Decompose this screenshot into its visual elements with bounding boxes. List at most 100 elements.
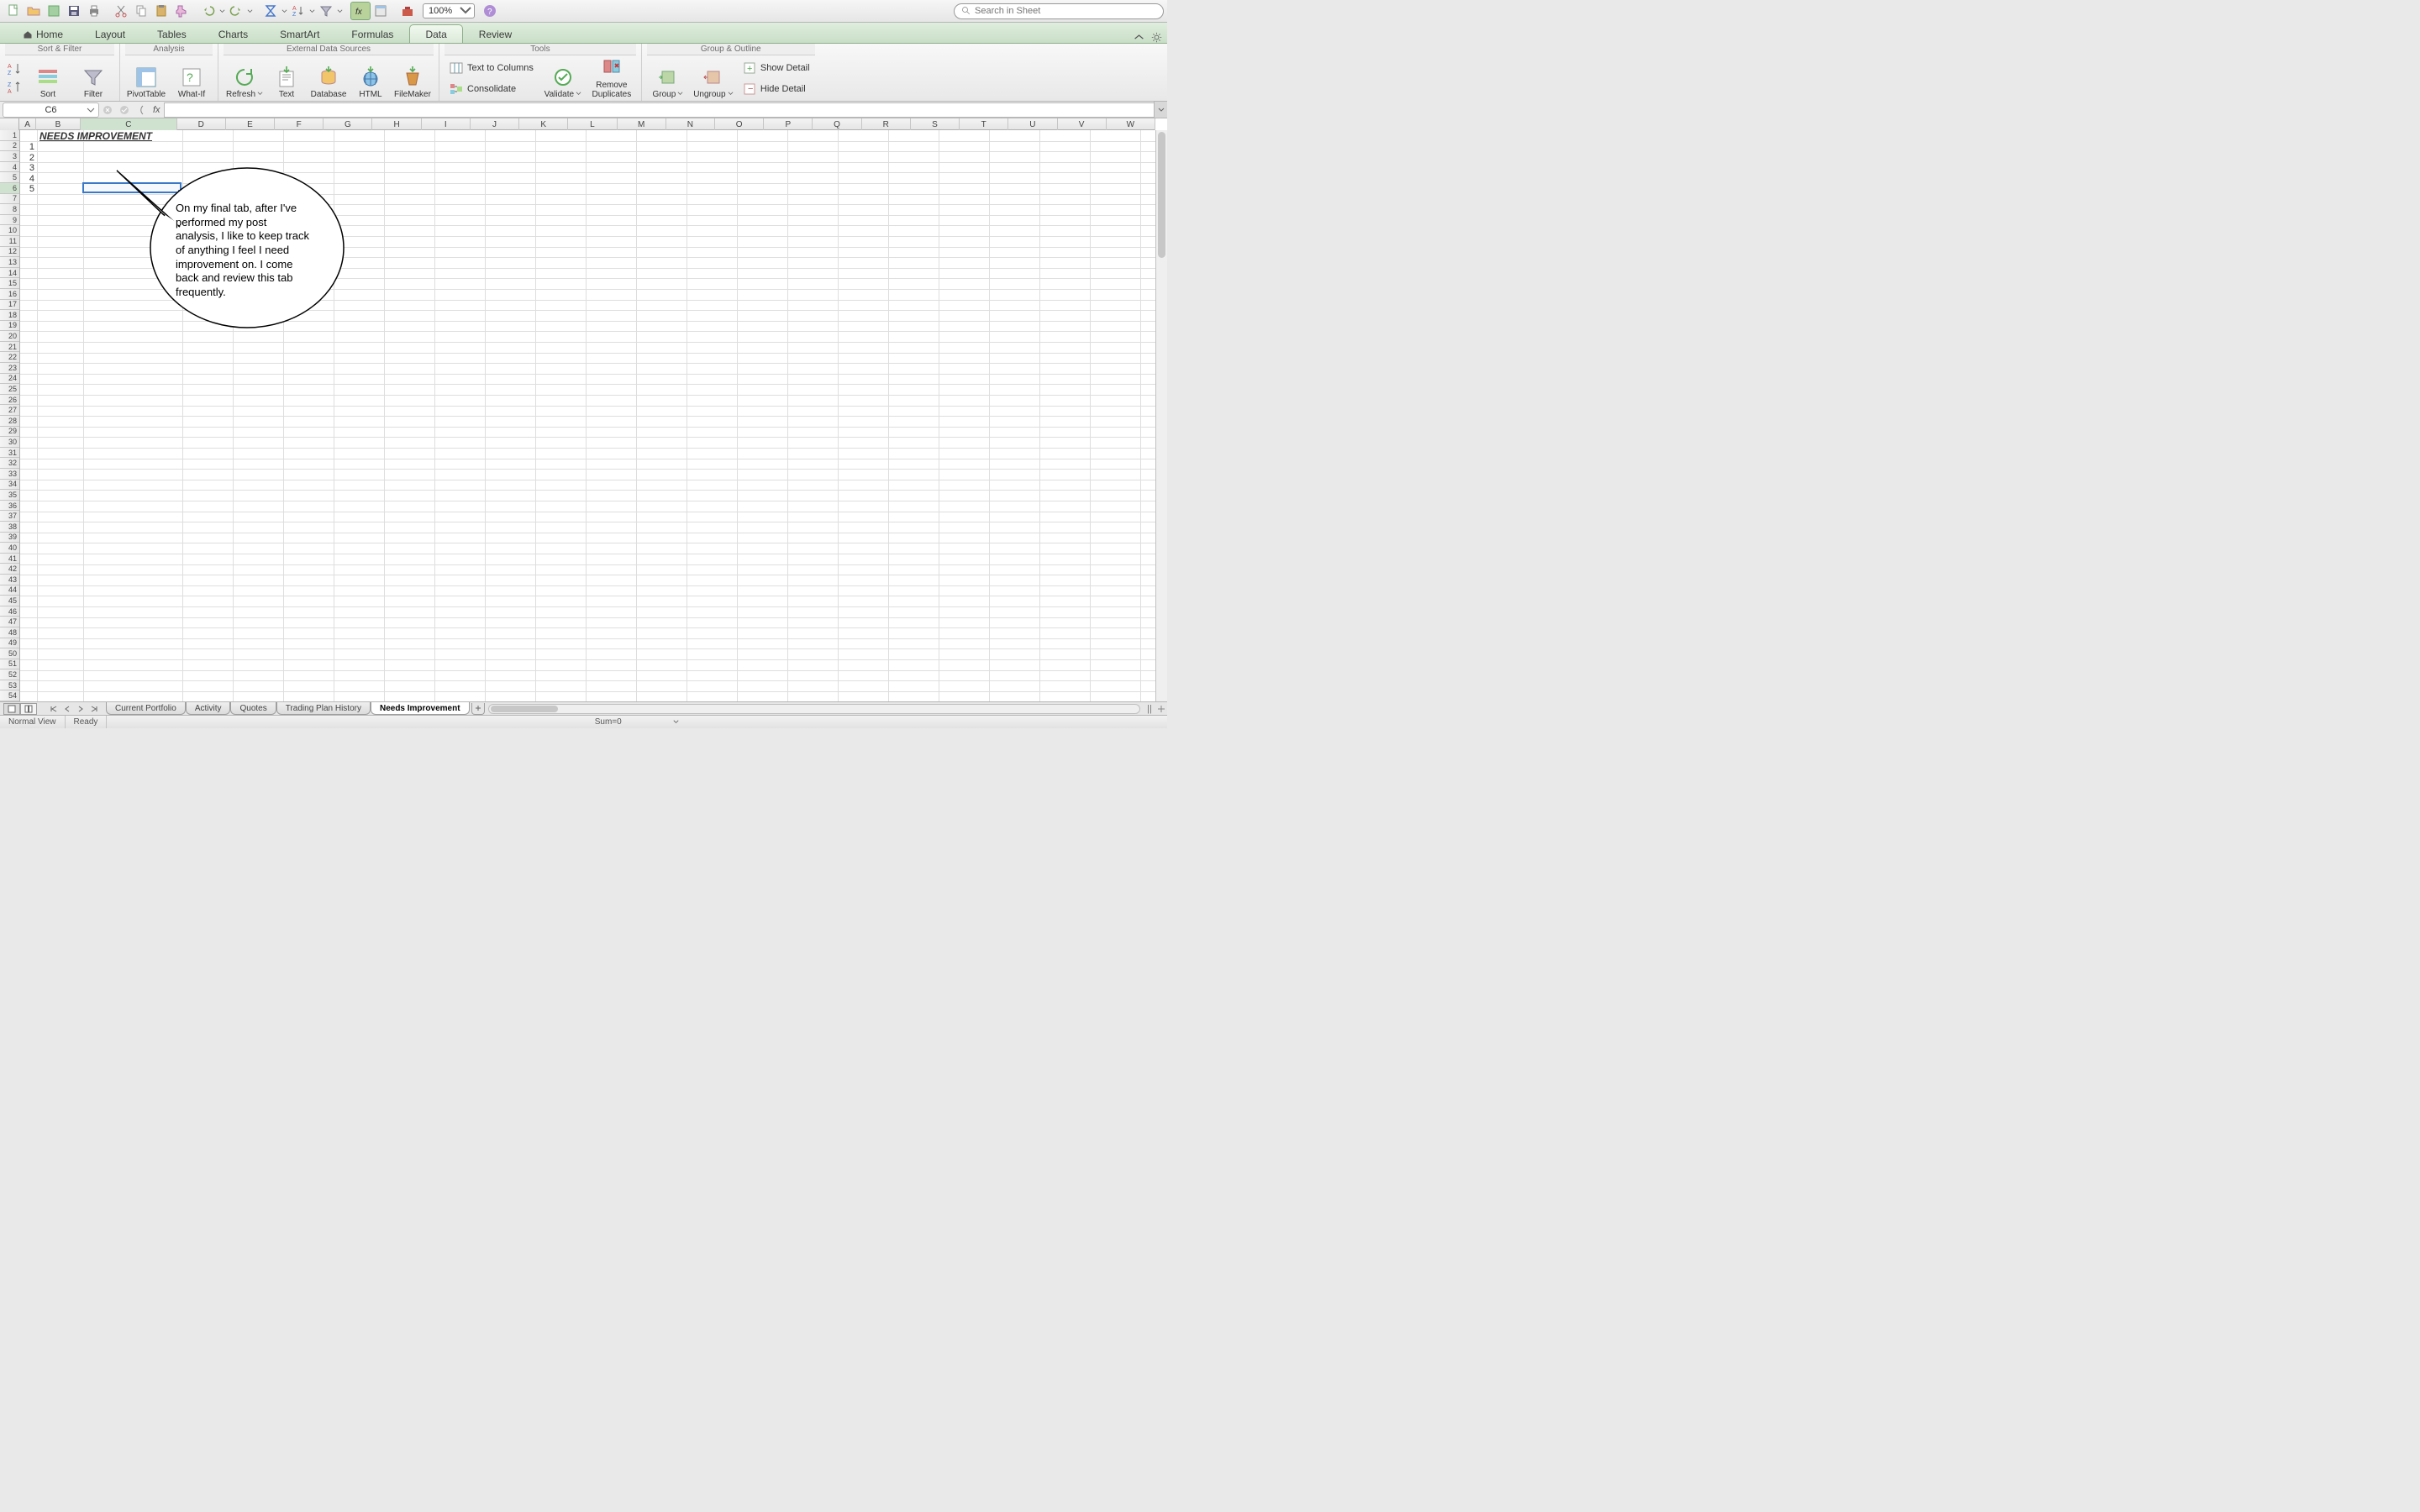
row-header-22[interactable]: 22 (0, 352, 19, 363)
redo-icon[interactable] (226, 2, 246, 20)
sheet-tab-quotes[interactable]: Quotes (230, 702, 276, 715)
show-detail-button[interactable]: + Show Detail (738, 57, 815, 78)
new-file-icon[interactable] (3, 2, 24, 20)
row-header-12[interactable]: 12 (0, 247, 19, 258)
fill-handle[interactable] (178, 190, 182, 194)
row-header-35[interactable]: 35 (0, 490, 19, 501)
tab-tables[interactable]: Tables (141, 24, 203, 43)
row-header-13[interactable]: 13 (0, 257, 19, 268)
column-header-L[interactable]: L (568, 118, 617, 130)
row-header-50[interactable]: 50 (0, 648, 19, 659)
row-header-17[interactable]: 17 (0, 300, 19, 311)
row-header-51[interactable]: 51 (0, 659, 19, 670)
row-header-30[interactable]: 30 (0, 437, 19, 448)
sort-button[interactable]: Sort (27, 56, 69, 100)
cancel-entry-icon[interactable] (99, 104, 116, 116)
row-header-2[interactable]: 2 (0, 141, 19, 152)
column-header-I[interactable]: I (422, 118, 471, 130)
zoom-level[interactable]: 100% (423, 3, 475, 18)
row-header-32[interactable]: 32 (0, 458, 19, 469)
row-header-19[interactable]: 19 (0, 321, 19, 332)
tab-formulas[interactable]: Formulas (335, 24, 409, 43)
tab-layout[interactable]: Layout (79, 24, 141, 43)
row-header-46[interactable]: 46 (0, 606, 19, 617)
row-header-34[interactable]: 34 (0, 480, 19, 491)
normal-view-icon[interactable] (3, 703, 20, 715)
tab-charts[interactable]: Charts (203, 24, 264, 43)
row-header-27[interactable]: 27 (0, 405, 19, 416)
cell-a4[interactable]: 3 (20, 163, 37, 173)
row-header-43[interactable]: 43 (0, 575, 19, 585)
column-header-O[interactable]: O (715, 118, 764, 130)
pivottable-button[interactable]: PivotTable (125, 56, 167, 100)
search-input[interactable] (975, 6, 1156, 16)
column-header-C[interactable]: C (81, 118, 176, 130)
sheet-tab-needs-improvement[interactable]: Needs Improvement (371, 702, 470, 715)
row-header-29[interactable]: 29 (0, 427, 19, 438)
row-header-20[interactable]: 20 (0, 331, 19, 342)
hide-detail-button[interactable]: − Hide Detail (738, 78, 815, 99)
sort-asc-icon[interactable]: AZ (5, 60, 24, 78)
row-header-38[interactable]: 38 (0, 522, 19, 533)
help-icon[interactable]: ? (480, 2, 500, 20)
select-all-corner[interactable] (0, 118, 19, 130)
tab-nav-next-icon[interactable] (74, 703, 87, 715)
spreadsheet-area[interactable]: ABCDEFGHIJKLMNOPQRSTUVW 1234567891011121… (0, 118, 1167, 701)
column-header-F[interactable]: F (275, 118, 324, 130)
tab-nav-first-icon[interactable] (47, 703, 60, 715)
tab-home[interactable]: Home (7, 24, 79, 43)
sort-dropdown[interactable] (308, 8, 316, 14)
column-header-B[interactable]: B (36, 118, 81, 130)
column-header-H[interactable]: H (372, 118, 421, 130)
row-header-52[interactable]: 52 (0, 669, 19, 680)
row-header-18[interactable]: 18 (0, 310, 19, 321)
format-painter-icon[interactable] (171, 2, 192, 20)
autosum-icon[interactable] (260, 2, 281, 20)
fx-label[interactable]: fx (150, 105, 164, 115)
row-header-53[interactable]: 53 (0, 680, 19, 691)
undo-dropdown[interactable] (218, 8, 226, 14)
tab-nav-last-icon[interactable] (87, 703, 101, 715)
row-header-8[interactable]: 8 (0, 204, 19, 215)
horizontal-scroll-thumb[interactable] (491, 706, 558, 712)
collapse-ribbon-icon[interactable] (1134, 32, 1144, 43)
sheet-tab-current-portfolio[interactable]: Current Portfolio (106, 702, 186, 715)
column-header-W[interactable]: W (1107, 118, 1155, 130)
tab-nav-prev-icon[interactable] (60, 703, 74, 715)
row-header-48[interactable]: 48 (0, 627, 19, 638)
row-header-54[interactable]: 54 (0, 690, 19, 701)
row-header-36[interactable]: 36 (0, 501, 19, 512)
fx-open-paren-icon[interactable] (133, 104, 150, 116)
cut-icon[interactable] (111, 2, 131, 20)
row-header-26[interactable]: 26 (0, 395, 19, 406)
vertical-scrollbar[interactable] (1155, 130, 1167, 701)
row-header-11[interactable]: 11 (0, 236, 19, 247)
tab-review[interactable]: Review (463, 24, 528, 43)
import-database-button[interactable]: Database (308, 56, 350, 100)
column-header-N[interactable]: N (666, 118, 715, 130)
cell-heading[interactable]: NEEDS IMPROVEMENT (37, 130, 155, 142)
import-html-button[interactable]: HTML (353, 56, 388, 100)
cell-a2[interactable]: 1 (20, 142, 37, 152)
column-header-T[interactable]: T (960, 118, 1008, 130)
cell-a5[interactable]: 4 (20, 174, 37, 184)
import-text-button[interactable]: Text (269, 56, 304, 100)
row-header-7[interactable]: 7 (0, 194, 19, 205)
column-header-P[interactable]: P (764, 118, 813, 130)
row-header-41[interactable]: 41 (0, 554, 19, 564)
paste-icon[interactable] (151, 2, 171, 20)
row-header-37[interactable]: 37 (0, 511, 19, 522)
toolbox-icon[interactable] (397, 2, 418, 20)
column-header-V[interactable]: V (1058, 118, 1107, 130)
autosum-dropdown[interactable] (281, 8, 288, 14)
row-header-4[interactable]: 4 (0, 162, 19, 173)
filter-toolbar-icon[interactable] (316, 2, 336, 20)
save-icon[interactable] (64, 2, 84, 20)
row-header-5[interactable]: 5 (0, 172, 19, 183)
redo-dropdown[interactable] (246, 8, 254, 14)
row-header-40[interactable]: 40 (0, 543, 19, 554)
column-header-D[interactable]: D (177, 118, 226, 130)
column-header-J[interactable]: J (471, 118, 519, 130)
row-header-16[interactable]: 16 (0, 289, 19, 300)
cell-a6[interactable]: 5 (20, 184, 37, 194)
